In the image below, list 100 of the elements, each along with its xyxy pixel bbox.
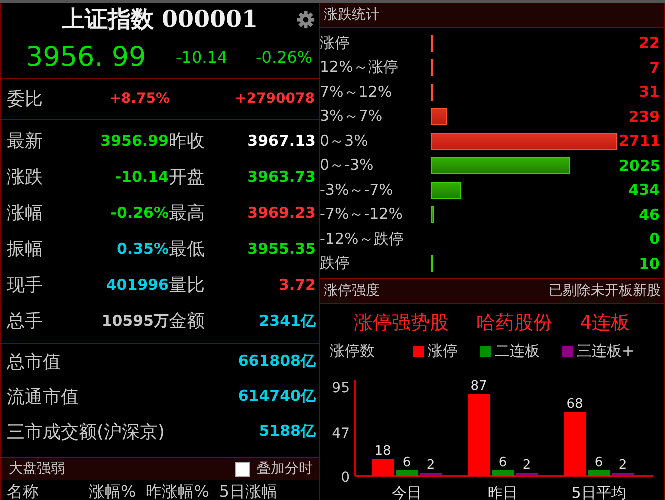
- section-title: 大盘强弱: [9, 460, 66, 478]
- count-value: 2711: [619, 132, 661, 150]
- stat-value: 3967.13: [246, 132, 316, 150]
- count-value: 10: [638, 254, 660, 273]
- stat-value: +2790078: [234, 91, 315, 107]
- stat-label: 委比: [7, 88, 44, 111]
- stat-value: 3956.99: [100, 132, 169, 150]
- stat-value: 3969.23: [246, 204, 316, 222]
- range-label: -3%～-7%: [320, 180, 394, 200]
- count-value: 434: [628, 181, 660, 200]
- stat-value: 5188亿: [259, 422, 316, 441]
- range-label: 涨停: [320, 34, 351, 53]
- data-label: 18: [374, 444, 392, 460]
- section-note: 已剔除未开板新股: [549, 282, 661, 300]
- range-label: 12%～涨停: [320, 58, 400, 78]
- category-label: 今日: [392, 484, 422, 500]
- stat-value: 3.72: [278, 276, 316, 294]
- data-label: 87: [470, 379, 488, 394]
- stat-value: +8.75%: [108, 91, 170, 107]
- change-value: -10.14: [176, 48, 229, 66]
- bar: [396, 470, 418, 476]
- data-label: 6: [594, 455, 604, 470]
- stat-value: 2341亿: [258, 312, 316, 330]
- stat-value: 10595万: [100, 312, 169, 330]
- data-label: 6: [402, 455, 412, 470]
- range-label: 7%～12%: [320, 82, 394, 102]
- range-label: 3%～7%: [320, 107, 384, 126]
- bar: [420, 473, 442, 476]
- legend-label: 三连板+: [577, 342, 635, 360]
- stat-label: 开盘: [169, 166, 206, 189]
- count-value: 0: [648, 230, 660, 248]
- range-label: 0～-3%: [320, 156, 375, 176]
- stat-label: 最高: [169, 202, 206, 225]
- column-header: 昨涨幅%: [146, 482, 210, 500]
- legend-label: 二连板: [495, 342, 540, 360]
- stat-label: 最新: [7, 130, 44, 153]
- data-label: 2: [426, 458, 436, 473]
- range-label: -12%～跌停: [320, 230, 405, 249]
- legend-swatch: [480, 346, 491, 356]
- count-value: 2025: [619, 156, 661, 175]
- section-title: 涨停强度: [324, 282, 380, 300]
- axis-label: 涨停数: [330, 342, 376, 360]
- highlight-text: 涨停强势股: [354, 311, 449, 336]
- stat-value: 401996: [105, 276, 169, 294]
- stat-label: 昨收: [169, 130, 206, 153]
- stat-label: 金额: [169, 310, 206, 333]
- stat-value: 3955.35: [246, 240, 316, 258]
- highlight-text: 哈药股份: [476, 311, 552, 336]
- stat-label: 流通市值: [7, 386, 79, 408]
- count-value: 22: [638, 34, 660, 52]
- section-title: 涨跌统计: [324, 6, 380, 24]
- tick-label: 0: [341, 470, 350, 486]
- stat-label: 三市成交额(沪深京): [7, 420, 166, 444]
- bar: [516, 473, 538, 476]
- stat-label: 最低: [169, 238, 206, 261]
- stat-value: -0.26%: [110, 204, 169, 222]
- data-label: 2: [618, 458, 628, 473]
- count-value: 7: [648, 58, 660, 77]
- category-label: 昨日: [488, 484, 518, 500]
- legend-label: 涨停: [428, 342, 458, 360]
- range-label: -7%～-12%: [320, 205, 404, 224]
- checkbox-label: 叠加分时: [257, 460, 313, 478]
- change-percent: -0.26%: [256, 48, 313, 66]
- count-value: 46: [638, 206, 660, 224]
- bar: [588, 470, 610, 476]
- tick-label: 47: [332, 426, 350, 442]
- stat-label: 量比: [169, 274, 206, 297]
- range-label: 0～3%: [320, 132, 370, 151]
- stat-label: 总市值: [7, 350, 61, 374]
- stat-value: 661808亿: [238, 352, 316, 371]
- highlight-text: 4连板: [580, 311, 630, 336]
- stat-value: 3963.73: [246, 168, 316, 186]
- count-value: 31: [638, 83, 660, 102]
- category-label: 5日平均: [572, 484, 626, 500]
- range-label: 跌停: [320, 254, 351, 274]
- legend-swatch: [413, 346, 424, 356]
- column-header: 5日涨幅: [219, 482, 278, 500]
- tick-label: 95: [332, 380, 350, 397]
- bar: [612, 473, 634, 476]
- index-title: 上证指数 000001: [62, 5, 258, 35]
- legend-swatch: [562, 346, 573, 356]
- stat-value: 0.35%: [116, 240, 169, 258]
- stat-label: 振幅: [7, 238, 44, 261]
- data-label: 68: [566, 397, 584, 412]
- stat-value: -10.14: [114, 168, 169, 186]
- stat-label: 涨跌: [7, 166, 44, 189]
- column-header: 名称: [7, 482, 40, 500]
- data-label: 6: [498, 455, 508, 470]
- stat-label: 现手: [7, 274, 44, 297]
- count-value: 239: [628, 108, 660, 126]
- checkbox[interactable]: [235, 462, 250, 476]
- stat-label: 总手: [7, 310, 44, 333]
- data-label: 2: [522, 458, 532, 473]
- bar: [564, 412, 586, 476]
- price-value: 3956. 99: [26, 42, 148, 72]
- bar: [492, 470, 514, 476]
- settings-icon[interactable]: [297, 11, 315, 29]
- bar: [372, 459, 394, 476]
- stat-label: 涨幅: [7, 202, 44, 225]
- column-header: 涨幅%: [89, 482, 136, 500]
